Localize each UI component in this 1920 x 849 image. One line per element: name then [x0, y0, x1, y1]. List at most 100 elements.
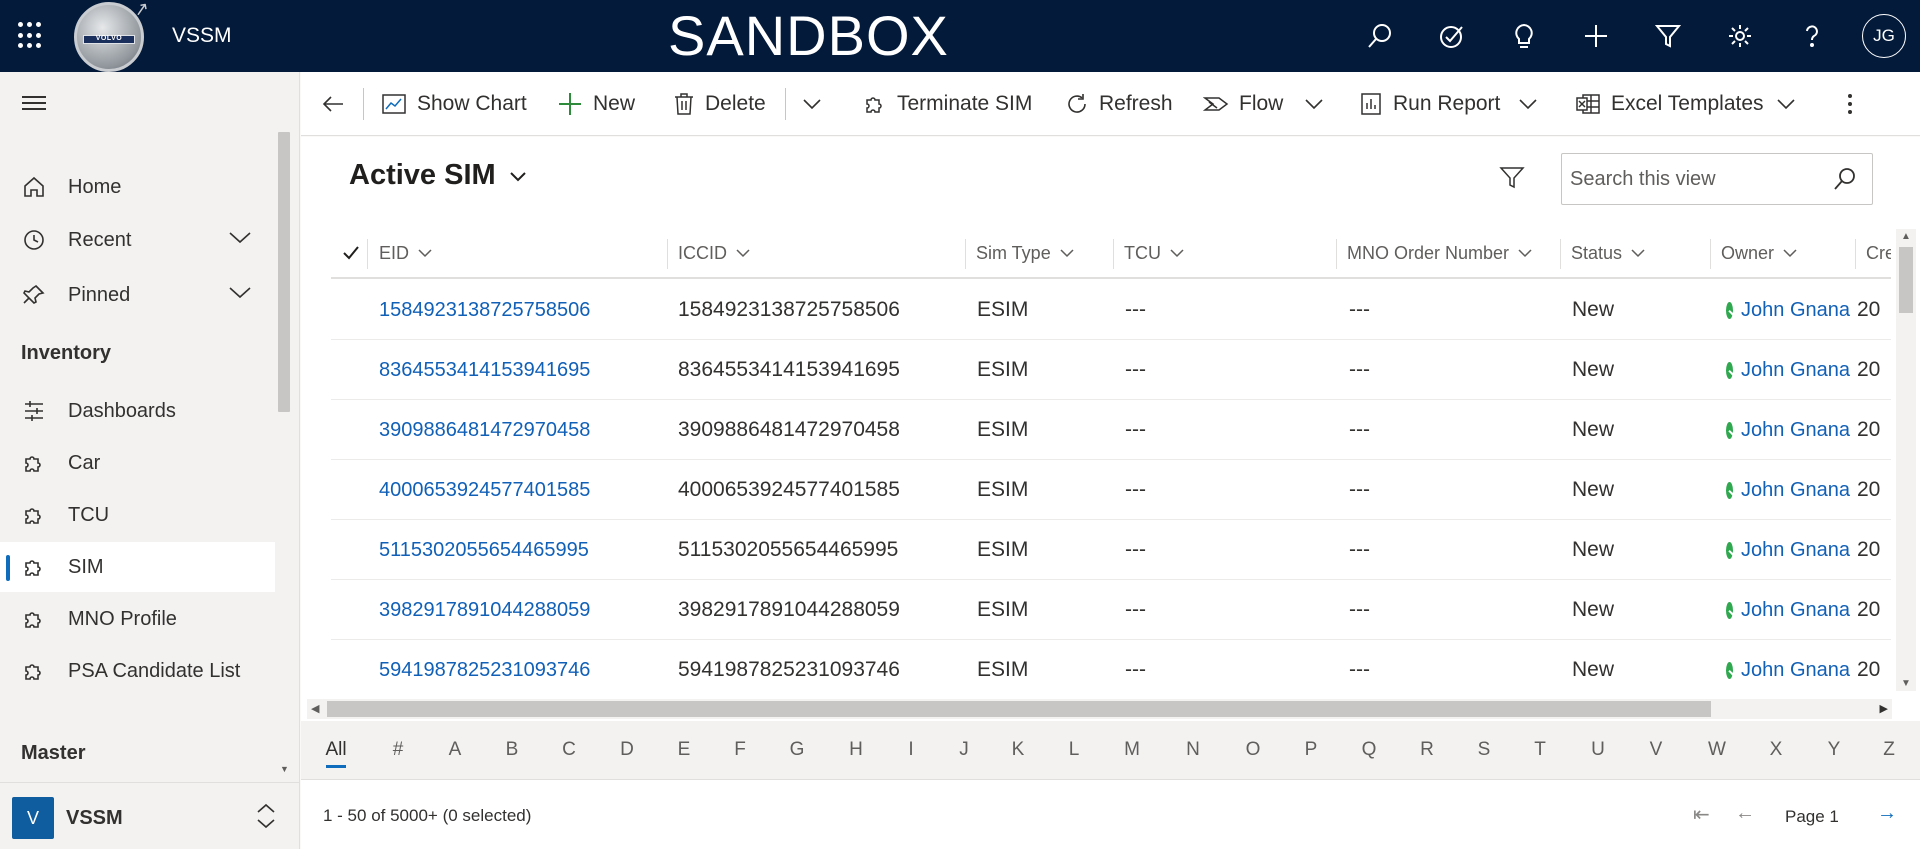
table-row[interactable]: 5941987825231093746 5941987825231093746 …	[331, 640, 1891, 699]
jump-letter[interactable]: J	[949, 739, 979, 761]
scrollbar-thumb[interactable]	[1899, 247, 1913, 313]
sidebar-item-dashboards[interactable]: Dashboards	[0, 386, 275, 436]
table-row[interactable]: 3982917891044288059 3982917891044288059 …	[331, 580, 1891, 640]
eid-link[interactable]: 5941987825231093746	[379, 640, 590, 699]
column-header-iccid[interactable]: ICCID	[668, 227, 964, 279]
jump-letter[interactable]: C	[554, 739, 584, 761]
column-header-mno-order-number[interactable]: MNO Order Number	[1337, 227, 1557, 279]
eid-link[interactable]: 5115302055654465995	[379, 520, 589, 580]
jump-letter[interactable]: Z	[1874, 739, 1904, 761]
jump-letter[interactable]: F	[725, 739, 755, 761]
table-row[interactable]: 5115302055654465995 5115302055654465995 …	[331, 520, 1891, 580]
jump-letter[interactable]: G	[782, 739, 812, 761]
help-icon[interactable]	[1794, 18, 1830, 54]
jump-letter[interactable]: E	[669, 739, 699, 761]
sidebar-item-recent[interactable]: Recent	[0, 215, 275, 265]
filter-icon[interactable]	[1650, 18, 1686, 54]
owner-link[interactable]: John Gnana	[1726, 460, 1850, 520]
column-header-tcu[interactable]: TCU	[1114, 227, 1334, 279]
flow-button[interactable]: Flow	[1203, 72, 1283, 136]
eid-link[interactable]: 4000653924577401585	[379, 460, 590, 520]
column-header-status[interactable]: Status	[1561, 227, 1709, 279]
search-icon[interactable]	[1832, 166, 1858, 197]
sidebar-item-psa-candidate-list[interactable]: PSA Candidate List	[0, 646, 275, 696]
column-header-created[interactable]: Cre	[1856, 227, 1891, 279]
grid-horizontal-scrollbar[interactable]: ◀ ▶	[307, 699, 1892, 719]
plus-icon[interactable]	[1578, 18, 1614, 54]
jump-letter[interactable]: M	[1117, 739, 1147, 761]
back-button[interactable]	[321, 72, 345, 136]
jump-letter[interactable]: B	[497, 739, 527, 761]
jump-letter[interactable]: A	[440, 739, 470, 761]
table-row[interactable]: 4000653924577401585 4000653924577401585 …	[331, 460, 1891, 520]
jump-letter[interactable]: D	[612, 739, 642, 761]
jump-letter[interactable]: #	[383, 739, 413, 761]
sidebar-item-pinned[interactable]: Pinned	[0, 270, 275, 320]
jump-letter[interactable]: K	[1003, 739, 1033, 761]
hamburger-icon[interactable]	[22, 96, 46, 112]
excel-templates-button[interactable]: Excel Templates	[1575, 72, 1764, 136]
first-page-icon[interactable]: ⇤	[1693, 802, 1710, 827]
excel-templates-dropdown[interactable]	[1775, 72, 1797, 136]
more-commands-button[interactable]	[1847, 72, 1853, 136]
user-avatar[interactable]: JG	[1862, 14, 1906, 58]
owner-link[interactable]: John Gnana	[1726, 580, 1850, 640]
jump-letter[interactable]: N	[1178, 739, 1208, 761]
jump-letter[interactable]: R	[1412, 739, 1442, 761]
gear-icon[interactable]	[1722, 18, 1758, 54]
select-all-checkbox[interactable]	[341, 243, 361, 268]
jump-letter[interactable]: P	[1296, 739, 1326, 761]
previous-page-icon[interactable]: ←	[1735, 802, 1755, 825]
refresh-button[interactable]: Refresh	[1065, 72, 1173, 136]
jump-letter[interactable]: Q	[1354, 739, 1384, 761]
scroll-down-arrow[interactable]: ▼	[280, 764, 289, 774]
run-report-button[interactable]: Run Report	[1359, 72, 1500, 136]
sidebar-item-car[interactable]: Car	[0, 438, 275, 488]
view-selector[interactable]: Active SIM	[349, 159, 528, 192]
jump-letter[interactable]: V	[1641, 739, 1671, 761]
owner-link[interactable]: John Gnana	[1726, 640, 1850, 699]
owner-link[interactable]: John Gnana	[1726, 520, 1850, 580]
sidebar-item-mno-profile[interactable]: MNO Profile	[0, 594, 275, 644]
jump-letter[interactable]: T	[1525, 739, 1555, 761]
area-switcher[interactable]: V VSSM	[0, 782, 299, 849]
jump-letter[interactable]: L	[1059, 739, 1089, 761]
next-page-icon[interactable]: →	[1877, 802, 1897, 825]
jump-letter[interactable]: O	[1238, 739, 1268, 761]
delete-button[interactable]: Delete	[673, 72, 766, 136]
table-row[interactable]: 8364553414153941695 8364553414153941695 …	[331, 340, 1891, 400]
terminate-sim-button[interactable]: Terminate SIM	[863, 72, 1032, 136]
sidebar-item-sim[interactable]: SIM	[0, 542, 275, 592]
app-launcher-icon[interactable]	[18, 22, 46, 50]
column-header-sim-type[interactable]: Sim Type	[966, 227, 1111, 279]
sidebar-item-tcu[interactable]: TCU	[0, 490, 275, 540]
grid-vertical-scrollbar[interactable]: ▲ ▼	[1896, 229, 1916, 691]
task-icon[interactable]	[1434, 18, 1470, 54]
chevron-down-icon[interactable]	[228, 229, 252, 252]
flow-dropdown[interactable]	[1303, 72, 1325, 136]
column-header-eid[interactable]: EID	[369, 227, 655, 279]
table-row[interactable]: 3909886481472970458 3909886481472970458 …	[331, 400, 1891, 460]
owner-link[interactable]: John Gnana	[1726, 280, 1850, 340]
chevron-down-icon[interactable]	[228, 284, 252, 307]
jump-letter[interactable]: S	[1469, 739, 1499, 761]
owner-link[interactable]: John Gnana	[1726, 340, 1850, 400]
jump-letter[interactable]: U	[1583, 739, 1613, 761]
owner-link[interactable]: John Gnana	[1726, 400, 1850, 460]
jump-letter[interactable]: W	[1702, 739, 1732, 761]
eid-link[interactable]: 3909886481472970458	[379, 400, 590, 460]
sidebar-scrollbar[interactable]	[278, 132, 290, 412]
eid-link[interactable]: 3982917891044288059	[379, 580, 590, 640]
table-row[interactable]: 1584923138725758506 1584923138725758506 …	[331, 280, 1891, 340]
lightbulb-icon[interactable]	[1506, 18, 1542, 54]
chevron-up-down-icon[interactable]	[254, 801, 278, 836]
scrollbar-thumb[interactable]	[327, 701, 1711, 717]
run-report-dropdown[interactable]	[1517, 72, 1539, 136]
jump-letter[interactable]: H	[841, 739, 871, 761]
show-chart-button[interactable]: Show Chart	[381, 72, 527, 136]
search-input[interactable]	[1570, 164, 1820, 194]
eid-link[interactable]: 1584923138725758506	[379, 280, 590, 340]
filter-icon[interactable]	[1499, 165, 1525, 196]
app-name[interactable]: VSSM	[172, 24, 232, 48]
more-actions-dropdown[interactable]	[801, 72, 823, 136]
